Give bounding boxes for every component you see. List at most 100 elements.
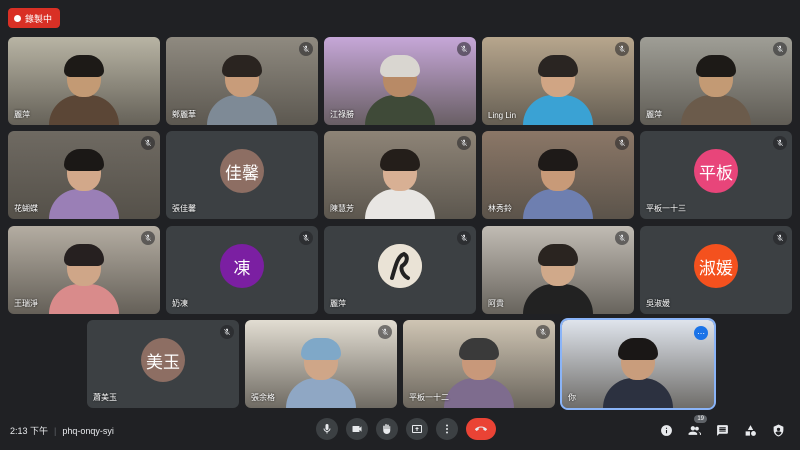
participant-video xyxy=(444,338,514,408)
more-vert-icon xyxy=(446,424,448,434)
host-controls-button[interactable] xyxy=(770,422,786,438)
participant-tile[interactable]: 淑媛吳淑媛 xyxy=(640,226,792,314)
participant-count-badge: 19 xyxy=(694,415,707,423)
participant-avatar-image xyxy=(378,244,422,288)
participant-tile[interactable]: 鄭麗華 xyxy=(166,37,318,125)
participant-name: 陳慧芳 xyxy=(330,204,354,213)
hand-icon xyxy=(383,424,391,434)
mic-off-icon xyxy=(141,136,155,150)
participant-avatar: 平板 xyxy=(694,149,738,193)
microphone-button[interactable] xyxy=(316,418,338,440)
participant-tile[interactable]: 平板平板一十三 xyxy=(640,131,792,219)
participant-tile[interactable]: 麗萍 xyxy=(324,226,476,314)
participant-name: 吳淑媛 xyxy=(646,299,670,308)
tile-options-icon[interactable]: ⋯ xyxy=(694,326,708,340)
participant-tile[interactable]: 麗萍 xyxy=(640,37,792,125)
mic-off-icon xyxy=(615,231,629,245)
participant-tile[interactable]: 麗萍 xyxy=(8,37,160,125)
side-panel-buttons: 19 xyxy=(658,415,786,438)
participant-name: 平板一十三 xyxy=(646,204,686,213)
participant-name: 林秀鈴 xyxy=(488,204,512,213)
participant-video xyxy=(603,338,673,408)
participant-name: 花蝴蝶 xyxy=(14,204,38,213)
participant-video xyxy=(49,55,119,125)
mic-off-icon xyxy=(457,231,471,245)
participant-tile[interactable]: 平板一十二 xyxy=(403,320,555,408)
mic-off-icon xyxy=(141,231,155,245)
mic-off-icon xyxy=(457,42,471,56)
participant-video xyxy=(523,149,593,219)
participant-name: 張余格 xyxy=(251,393,275,402)
participant-tile[interactable]: ⋯ 你 xyxy=(560,318,716,410)
participant-video xyxy=(365,149,435,219)
participant-name: 平板一十二 xyxy=(409,393,449,402)
participant-tile[interactable]: 陳慧芳 xyxy=(324,131,476,219)
chat-icon xyxy=(716,424,728,436)
participant-name: 麗萍 xyxy=(330,299,346,308)
present-icon xyxy=(412,425,422,433)
mic-off-icon xyxy=(773,231,787,245)
participant-avatar: 佳馨 xyxy=(220,149,264,193)
camera-button[interactable] xyxy=(346,418,368,440)
participant-name: 張佳馨 xyxy=(172,204,196,213)
participant-avatar: 淑媛 xyxy=(694,244,738,288)
meeting-details-button[interactable] xyxy=(658,422,674,438)
participant-tile[interactable]: 林秀鈴 xyxy=(482,131,634,219)
participant-name: 奶凍 xyxy=(172,299,188,308)
shield-icon xyxy=(773,424,783,436)
bottom-toolbar: 2:13 下午 | phq-onqy-syi 19 xyxy=(0,410,800,450)
participant-grid: 麗萍 鄭麗華 江祿勝 Ling Lin 麗萍 花蝴蝶 佳馨 張佳馨 陳慧芳 林秀鈴 平板 平板一十三王… xyxy=(0,0,800,410)
participant-tile[interactable]: 張余格 xyxy=(245,320,397,408)
mic-off-icon xyxy=(378,325,392,339)
participant-tile[interactable]: 阿貴 xyxy=(482,226,634,314)
present-screen-button[interactable] xyxy=(406,418,428,440)
participant-name: 麗萍 xyxy=(646,110,662,119)
participant-tile[interactable]: 王瑞淨 xyxy=(8,226,160,314)
meeting-info: 2:13 下午 | phq-onqy-syi xyxy=(10,424,114,437)
participant-avatar: 美玉 xyxy=(141,338,185,382)
participant-video xyxy=(523,55,593,125)
participant-video xyxy=(286,338,356,408)
activities-icon xyxy=(745,424,756,436)
participant-video xyxy=(365,55,435,125)
activities-button[interactable] xyxy=(742,422,758,438)
mic-off-icon xyxy=(299,231,313,245)
more-options-button[interactable] xyxy=(436,418,458,440)
participant-name: 你 xyxy=(568,393,576,402)
participant-tile[interactable]: 江祿勝 xyxy=(324,37,476,125)
participant-name: 王瑞淨 xyxy=(14,299,38,308)
divider: | xyxy=(54,425,57,436)
mic-off-icon xyxy=(220,325,234,339)
participant-video xyxy=(681,55,751,125)
participant-tile[interactable]: Ling Lin xyxy=(482,37,634,125)
mic-off-icon xyxy=(615,136,629,150)
raise-hand-button[interactable] xyxy=(376,418,398,440)
participant-name: 鄭麗華 xyxy=(172,110,196,119)
hang-up-icon xyxy=(475,426,487,431)
leave-call-button[interactable] xyxy=(466,418,496,440)
participant-name: Ling Lin xyxy=(488,111,517,120)
participant-video xyxy=(49,244,119,314)
people-button[interactable]: 19 xyxy=(686,415,707,438)
participant-tile[interactable]: 花蝴蝶 xyxy=(8,131,160,219)
participant-name: 阿貴 xyxy=(488,299,504,308)
call-controls xyxy=(316,418,496,440)
mic-off-icon xyxy=(299,42,313,56)
participant-tile[interactable]: 凍奶凍 xyxy=(166,226,318,314)
participant-video xyxy=(523,244,593,314)
chat-button[interactable] xyxy=(714,422,730,438)
participant-avatar: 凍 xyxy=(220,244,264,288)
participant-name: 蕭美玉 xyxy=(93,393,117,402)
mic-off-icon xyxy=(536,325,550,339)
participant-tile[interactable]: 佳馨張佳馨 xyxy=(166,131,318,219)
mic-off-icon xyxy=(615,42,629,56)
microphone-icon xyxy=(323,424,331,434)
participant-video xyxy=(49,149,119,219)
participant-tile[interactable]: 美玉蕭美玉 xyxy=(87,320,239,408)
participant-name: 麗萍 xyxy=(14,110,30,119)
info-icon xyxy=(660,424,672,436)
clock-time: 2:13 下午 xyxy=(10,426,49,436)
mic-off-icon xyxy=(773,42,787,56)
participant-name: 江祿勝 xyxy=(330,110,354,119)
meeting-code: phq-onqy-syi xyxy=(62,425,114,436)
